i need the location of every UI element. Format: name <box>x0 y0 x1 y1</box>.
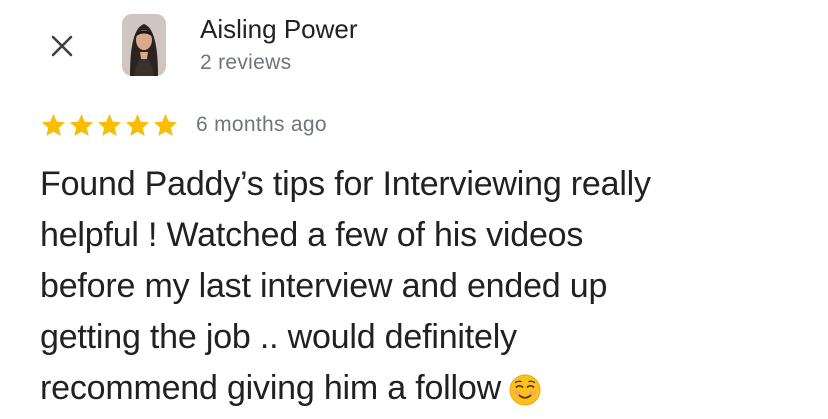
close-button[interactable] <box>46 30 78 62</box>
review-line: getting the job .. would definitely <box>40 318 517 356</box>
review-date: 6 months ago <box>196 113 327 136</box>
star-rating <box>40 112 180 139</box>
avatar-photo <box>122 14 166 76</box>
review-line: before my last interview and ended up <box>40 267 608 305</box>
star-icon <box>124 112 151 139</box>
close-icon <box>51 35 73 57</box>
review-detail-page: Aisling Power 2 reviews 6 months ago Fou… <box>0 0 828 419</box>
review-last-line: recommend giving him a follow <box>40 363 820 414</box>
review-line: helpful ! Watched a few of his videos <box>40 216 584 254</box>
rating-row: 6 months ago <box>40 110 327 140</box>
smiling-face-emoji <box>509 374 541 406</box>
star-icon <box>96 112 123 139</box>
author-name[interactable]: Aisling Power <box>200 14 358 44</box>
author-review-count: 2 reviews <box>200 51 292 74</box>
avatar[interactable] <box>122 14 166 76</box>
author-info[interactable]: Aisling Power 2 reviews <box>200 14 358 78</box>
star-icon <box>152 112 179 139</box>
star-icon <box>68 112 95 139</box>
review-text: Found Paddy’s tips for Interviewing real… <box>40 159 820 414</box>
review-line: recommend giving him a follow <box>40 369 501 407</box>
star-icon <box>40 112 67 139</box>
review-line: Found Paddy’s tips for Interviewing real… <box>40 165 651 203</box>
